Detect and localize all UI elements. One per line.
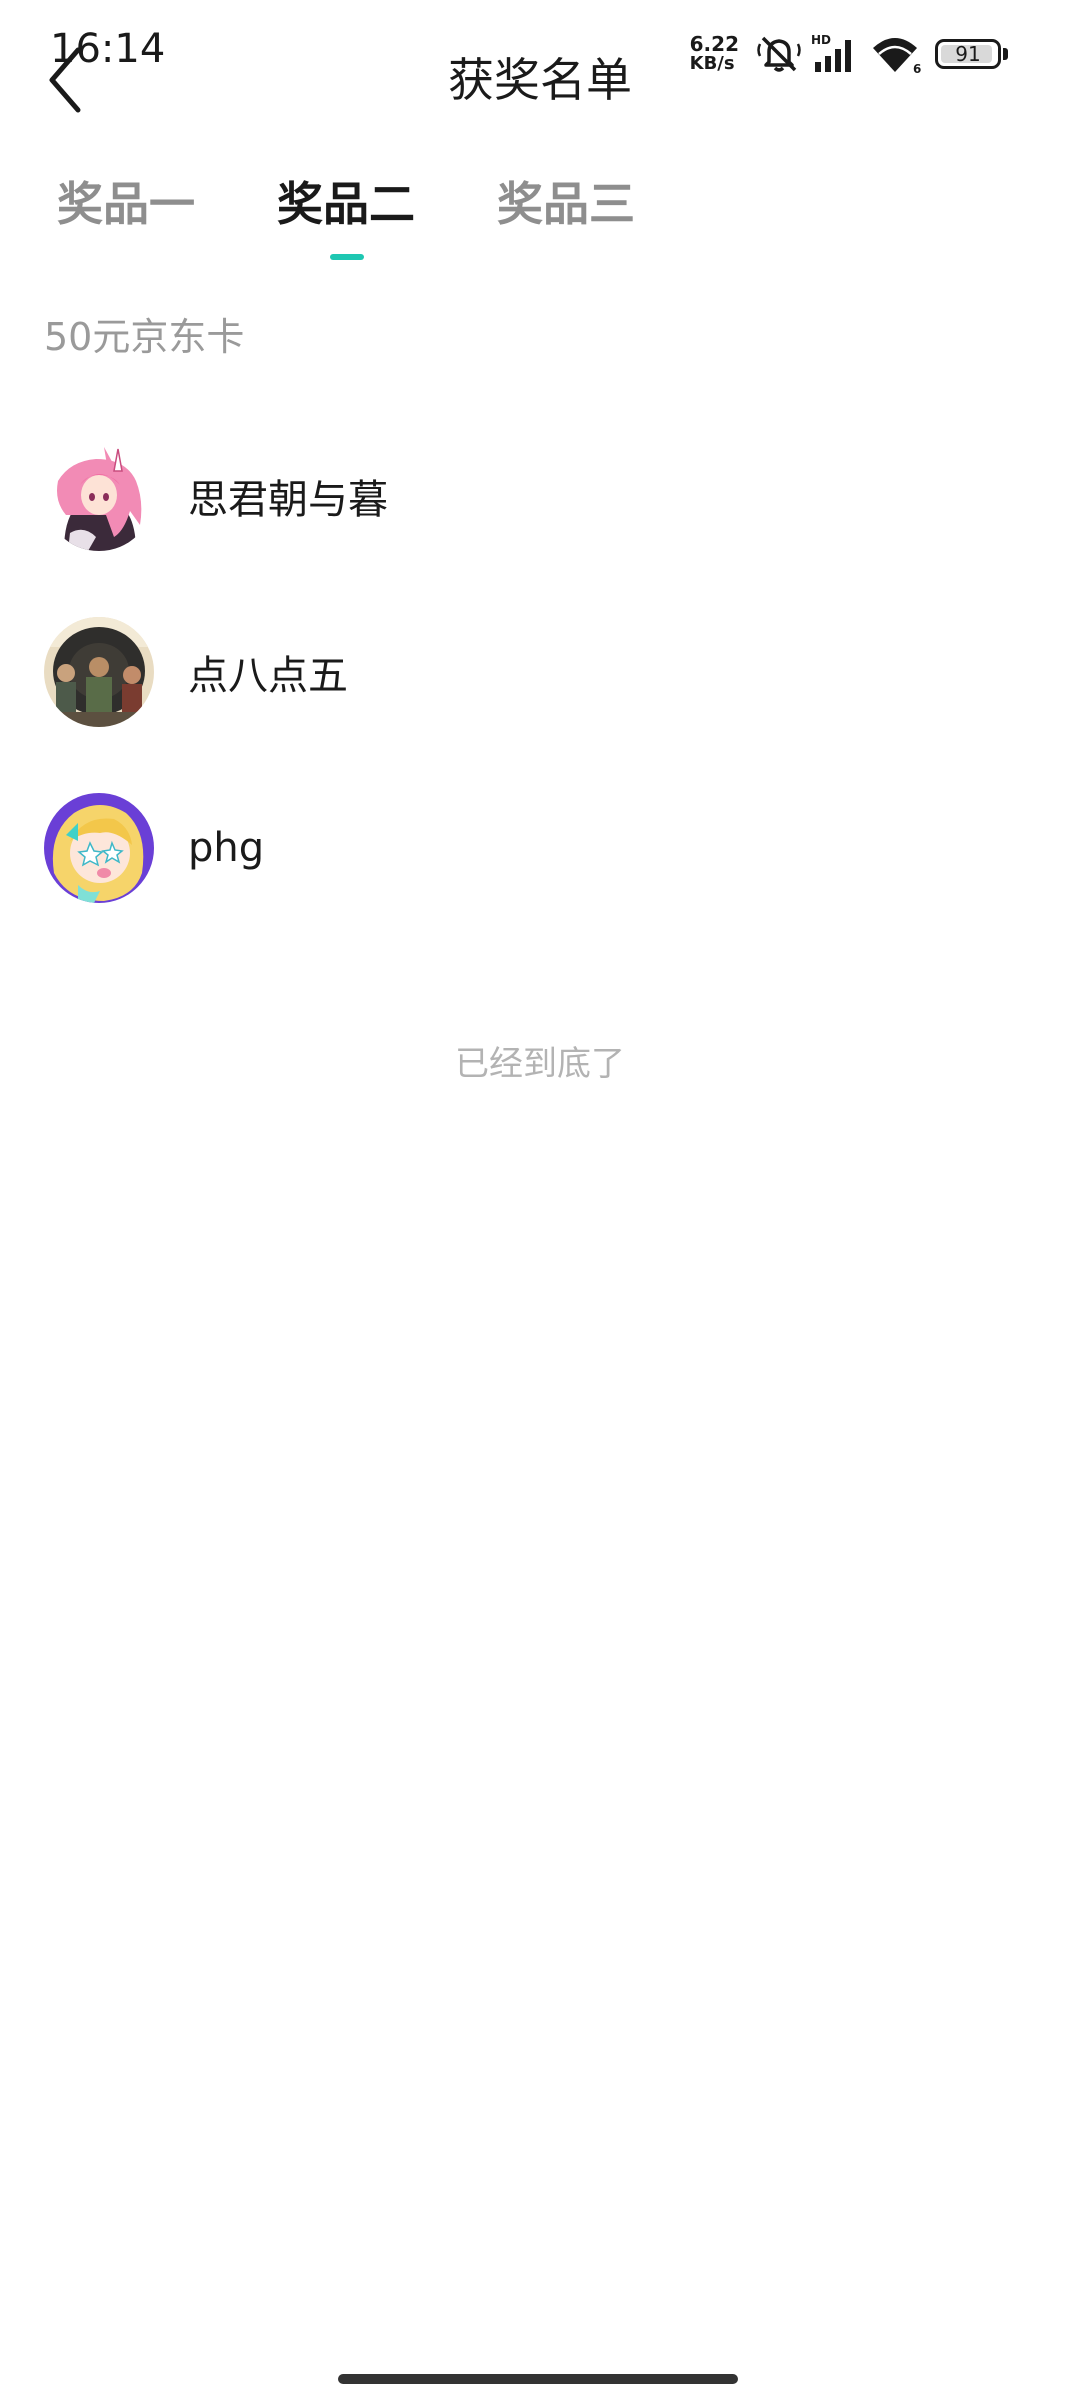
winner-name: 点八点五 <box>188 653 348 699</box>
avatar[interactable] <box>44 793 154 903</box>
avatar[interactable] <box>44 441 154 551</box>
winner-name: phg <box>188 825 265 871</box>
prize-tabs: 奖品一 奖品二 奖品三 <box>0 168 1080 268</box>
end-of-list-text: 已经到底了 <box>455 1044 625 1084</box>
list-item[interactable]: phg <box>0 760 1080 936</box>
winner-name: 思君朝与暮 <box>188 477 388 523</box>
tab-prize-1[interactable]: 奖品一 <box>56 168 196 234</box>
list-item[interactable]: 思君朝与暮 <box>0 408 1080 584</box>
tab-prize-3[interactable]: 奖品三 <box>496 168 636 234</box>
cartoon-blonde-character-avatar <box>44 793 154 903</box>
avatar[interactable] <box>44 617 154 727</box>
tab-prize-2[interactable]: 奖品二 <box>276 168 416 234</box>
home-indicator[interactable] <box>338 2374 738 2384</box>
prize-name: 50元京东卡 <box>44 315 245 359</box>
anime-girl-pink-hair-avatar <box>44 441 154 551</box>
winner-list: 思君朝与暮 点八点五 phg <box>0 408 1080 936</box>
list-item[interactable]: 点八点五 <box>0 584 1080 760</box>
active-tab-indicator <box>330 254 364 260</box>
three-figures-photo-avatar <box>44 617 154 727</box>
page-title: 获奖名单 <box>448 53 632 107</box>
